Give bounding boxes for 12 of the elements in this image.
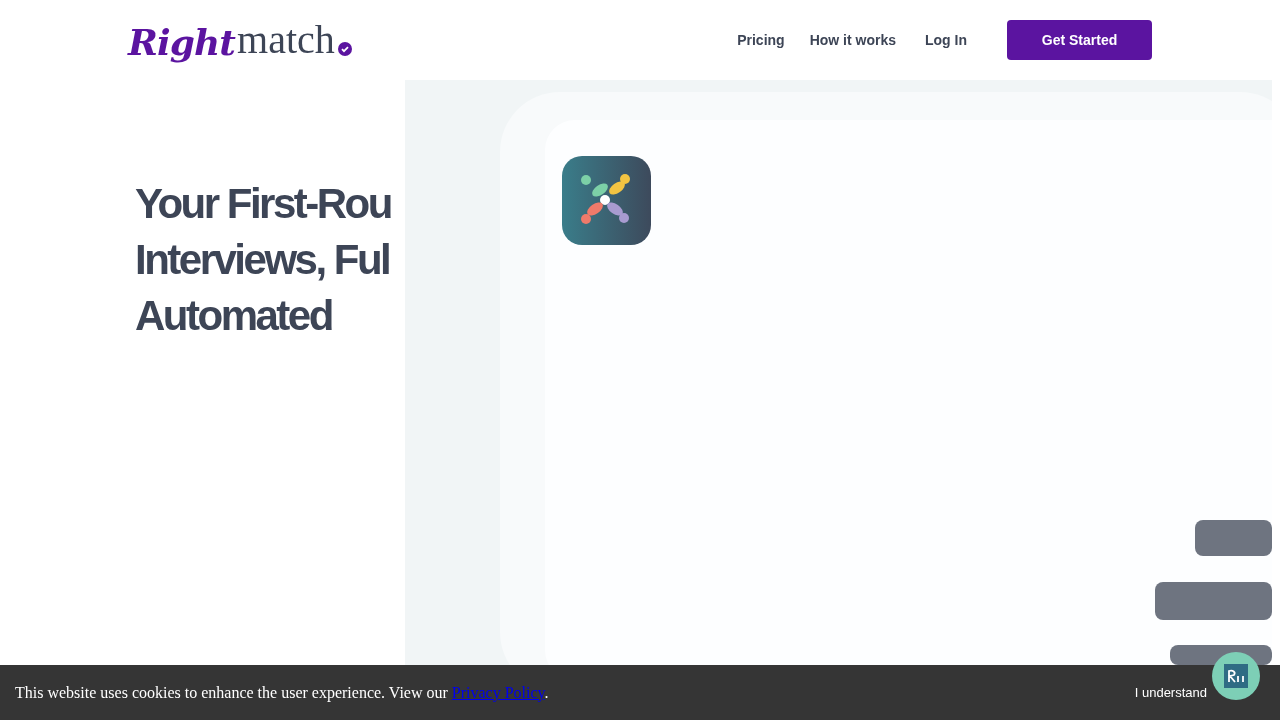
nav-link[interactable]: Log In [925, 29, 967, 51]
accept-button[interactable]: I understand [1134, 682, 1207, 703]
hero-heading: Your First-Rou [135, 179, 391, 229]
logo-text[interactable]: match [237, 20, 335, 60]
get-started-button[interactable]: Get Started [1007, 20, 1152, 60]
check-badge-icon [337, 42, 352, 56]
cookie-notice: This website uses cookies to enhance the user experience. View our Privacy Policy. [15, 682, 549, 704]
nav-link[interactable]: How it works [809, 29, 896, 51]
hero-heading: Automated [135, 291, 333, 341]
nav-link[interactable]: Pricing [737, 29, 785, 51]
hero-heading: Interviews, Ful [135, 235, 391, 285]
chat-logo-icon [1224, 664, 1248, 688]
